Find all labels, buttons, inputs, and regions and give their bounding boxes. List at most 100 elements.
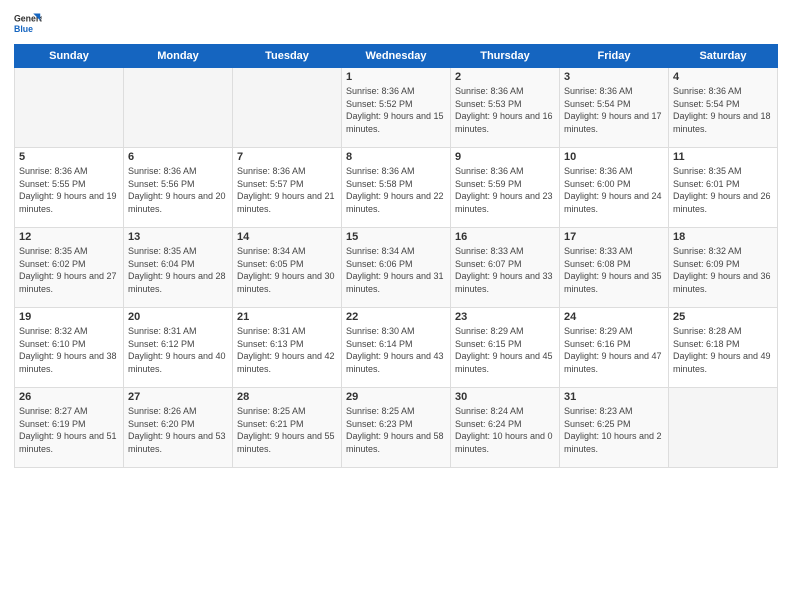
- day-number: 22: [346, 311, 446, 323]
- calendar-cell: 16 Sunrise: 8:33 AM Sunset: 6:07 PM Dayli…: [451, 228, 560, 308]
- day-number: 3: [564, 71, 664, 83]
- weekday-header-thursday: Thursday: [451, 45, 560, 68]
- weekday-header-friday: Friday: [560, 45, 669, 68]
- day-number: 28: [237, 391, 337, 403]
- svg-text:Blue: Blue: [14, 24, 33, 34]
- day-number: 18: [673, 231, 773, 243]
- day-info: Sunrise: 8:33 AM Sunset: 6:08 PM Dayligh…: [564, 245, 664, 295]
- weekday-header-monday: Monday: [124, 45, 233, 68]
- calendar-cell: [15, 68, 124, 148]
- day-number: 15: [346, 231, 446, 243]
- day-number: 1: [346, 71, 446, 83]
- day-info: Sunrise: 8:31 AM Sunset: 6:12 PM Dayligh…: [128, 325, 228, 375]
- calendar-cell: 15 Sunrise: 8:34 AM Sunset: 6:06 PM Dayli…: [342, 228, 451, 308]
- day-number: 30: [455, 391, 555, 403]
- calendar-week-row: 19Sunrise: 8:32 AM Sunset: 6:10 PM Dayli…: [15, 308, 778, 388]
- calendar-cell: 22 Sunrise: 8:30 AM Sunset: 6:14 PM Dayli…: [342, 308, 451, 388]
- calendar-cell: [233, 68, 342, 148]
- day-info: Sunrise: 8:24 AM Sunset: 6:24 PM Dayligh…: [455, 405, 555, 455]
- calendar-cell: 21Sunrise: 8:31 AM Sunset: 6:13 PM Dayli…: [233, 308, 342, 388]
- day-info: Sunrise: 8:32 AM Sunset: 6:09 PM Dayligh…: [673, 245, 773, 295]
- day-number: 31: [564, 391, 664, 403]
- day-number: 16: [455, 231, 555, 243]
- calendar-cell: 5 Sunrise: 8:36 AM Sunset: 5:55 PM Daylig…: [15, 148, 124, 228]
- day-info: Sunrise: 8:36 AM Sunset: 5:59 PM Dayligh…: [455, 165, 555, 215]
- day-info: Sunrise: 8:36 AM Sunset: 5:53 PM Dayligh…: [455, 85, 555, 135]
- calendar-week-row: 12 Sunrise: 8:35 AM Sunset: 6:02 PM Dayli…: [15, 228, 778, 308]
- calendar-week-row: 5 Sunrise: 8:36 AM Sunset: 5:55 PM Daylig…: [15, 148, 778, 228]
- day-info: Sunrise: 8:35 AM Sunset: 6:02 PM Dayligh…: [19, 245, 119, 295]
- calendar-cell: 12 Sunrise: 8:35 AM Sunset: 6:02 PM Dayli…: [15, 228, 124, 308]
- day-info: Sunrise: 8:36 AM Sunset: 6:00 PM Dayligh…: [564, 165, 664, 215]
- day-info: Sunrise: 8:26 AM Sunset: 6:20 PM Dayligh…: [128, 405, 228, 455]
- calendar-cell: 14 Sunrise: 8:34 AM Sunset: 6:05 PM Dayli…: [233, 228, 342, 308]
- day-info: Sunrise: 8:30 AM Sunset: 6:14 PM Dayligh…: [346, 325, 446, 375]
- day-info: Sunrise: 8:36 AM Sunset: 5:55 PM Dayligh…: [19, 165, 119, 215]
- day-number: 29: [346, 391, 446, 403]
- day-info: Sunrise: 8:36 AM Sunset: 5:57 PM Dayligh…: [237, 165, 337, 215]
- day-number: 13: [128, 231, 228, 243]
- day-info: Sunrise: 8:29 AM Sunset: 6:15 PM Dayligh…: [455, 325, 555, 375]
- calendar-cell: 24Sunrise: 8:29 AM Sunset: 6:16 PM Dayli…: [560, 308, 669, 388]
- calendar-cell: 28 Sunrise: 8:25 AM Sunset: 6:21 PM Dayli…: [233, 388, 342, 468]
- day-info: Sunrise: 8:33 AM Sunset: 6:07 PM Dayligh…: [455, 245, 555, 295]
- weekday-header-sunday: Sunday: [15, 45, 124, 68]
- day-info: Sunrise: 8:32 AM Sunset: 6:10 PM Dayligh…: [19, 325, 119, 375]
- day-info: Sunrise: 8:29 AM Sunset: 6:16 PM Dayligh…: [564, 325, 664, 375]
- day-info: Sunrise: 8:35 AM Sunset: 6:01 PM Dayligh…: [673, 165, 773, 215]
- calendar-cell: 10Sunrise: 8:36 AM Sunset: 6:00 PM Dayli…: [560, 148, 669, 228]
- day-number: 5: [19, 151, 119, 163]
- calendar-cell: 30 Sunrise: 8:24 AM Sunset: 6:24 PM Dayli…: [451, 388, 560, 468]
- calendar-cell: 17 Sunrise: 8:33 AM Sunset: 6:08 PM Dayli…: [560, 228, 669, 308]
- calendar-cell: [669, 388, 778, 468]
- logo-icon: General Blue: [14, 10, 42, 38]
- calendar-cell: 8Sunrise: 8:36 AM Sunset: 5:58 PM Daylig…: [342, 148, 451, 228]
- day-info: Sunrise: 8:36 AM Sunset: 5:54 PM Dayligh…: [564, 85, 664, 135]
- calendar-cell: 2Sunrise: 8:36 AM Sunset: 5:53 PM Daylig…: [451, 68, 560, 148]
- day-number: 7: [237, 151, 337, 163]
- logo: General Blue: [14, 10, 42, 38]
- calendar-cell: 3 Sunrise: 8:36 AM Sunset: 5:54 PM Daylig…: [560, 68, 669, 148]
- weekday-header-row: SundayMondayTuesdayWednesdayThursdayFrid…: [15, 45, 778, 68]
- day-info: Sunrise: 8:34 AM Sunset: 6:06 PM Dayligh…: [346, 245, 446, 295]
- calendar-cell: 11Sunrise: 8:35 AM Sunset: 6:01 PM Dayli…: [669, 148, 778, 228]
- calendar-cell: 19Sunrise: 8:32 AM Sunset: 6:10 PM Dayli…: [15, 308, 124, 388]
- day-info: Sunrise: 8:25 AM Sunset: 6:21 PM Dayligh…: [237, 405, 337, 455]
- weekday-header-wednesday: Wednesday: [342, 45, 451, 68]
- calendar-cell: 6Sunrise: 8:36 AM Sunset: 5:56 PM Daylig…: [124, 148, 233, 228]
- day-number: 25: [673, 311, 773, 323]
- calendar-cell: 27 Sunrise: 8:26 AM Sunset: 6:20 PM Dayli…: [124, 388, 233, 468]
- calendar-cell: 4Sunrise: 8:36 AM Sunset: 5:54 PM Daylig…: [669, 68, 778, 148]
- calendar-week-row: 1 Sunrise: 8:36 AM Sunset: 5:52 PM Daylig…: [15, 68, 778, 148]
- day-number: 23: [455, 311, 555, 323]
- day-info: Sunrise: 8:34 AM Sunset: 6:05 PM Dayligh…: [237, 245, 337, 295]
- day-number: 14: [237, 231, 337, 243]
- day-number: 20: [128, 311, 228, 323]
- calendar-cell: 23 Sunrise: 8:29 AM Sunset: 6:15 PM Dayli…: [451, 308, 560, 388]
- weekday-header-saturday: Saturday: [669, 45, 778, 68]
- day-number: 27: [128, 391, 228, 403]
- day-info: Sunrise: 8:36 AM Sunset: 5:56 PM Dayligh…: [128, 165, 228, 215]
- day-info: Sunrise: 8:23 AM Sunset: 6:25 PM Dayligh…: [564, 405, 664, 455]
- day-info: Sunrise: 8:27 AM Sunset: 6:19 PM Dayligh…: [19, 405, 119, 455]
- day-info: Sunrise: 8:35 AM Sunset: 6:04 PM Dayligh…: [128, 245, 228, 295]
- calendar-cell: 26Sunrise: 8:27 AM Sunset: 6:19 PM Dayli…: [15, 388, 124, 468]
- calendar-cell: 13 Sunrise: 8:35 AM Sunset: 6:04 PM Dayli…: [124, 228, 233, 308]
- calendar-cell: 29 Sunrise: 8:25 AM Sunset: 6:23 PM Dayli…: [342, 388, 451, 468]
- day-number: 17: [564, 231, 664, 243]
- calendar-cell: 31 Sunrise: 8:23 AM Sunset: 6:25 PM Dayli…: [560, 388, 669, 468]
- header: General Blue: [14, 10, 778, 38]
- day-info: Sunrise: 8:36 AM Sunset: 5:52 PM Dayligh…: [346, 85, 446, 135]
- calendar-cell: 9 Sunrise: 8:36 AM Sunset: 5:59 PM Daylig…: [451, 148, 560, 228]
- day-number: 9: [455, 151, 555, 163]
- calendar-week-row: 26Sunrise: 8:27 AM Sunset: 6:19 PM Dayli…: [15, 388, 778, 468]
- calendar-cell: 18 Sunrise: 8:32 AM Sunset: 6:09 PM Dayli…: [669, 228, 778, 308]
- day-info: Sunrise: 8:36 AM Sunset: 5:54 PM Dayligh…: [673, 85, 773, 135]
- calendar-cell: 1 Sunrise: 8:36 AM Sunset: 5:52 PM Daylig…: [342, 68, 451, 148]
- day-info: Sunrise: 8:28 AM Sunset: 6:18 PM Dayligh…: [673, 325, 773, 375]
- calendar-cell: [124, 68, 233, 148]
- day-info: Sunrise: 8:25 AM Sunset: 6:23 PM Dayligh…: [346, 405, 446, 455]
- day-number: 12: [19, 231, 119, 243]
- day-info: Sunrise: 8:31 AM Sunset: 6:13 PM Dayligh…: [237, 325, 337, 375]
- calendar-cell: 7 Sunrise: 8:36 AM Sunset: 5:57 PM Daylig…: [233, 148, 342, 228]
